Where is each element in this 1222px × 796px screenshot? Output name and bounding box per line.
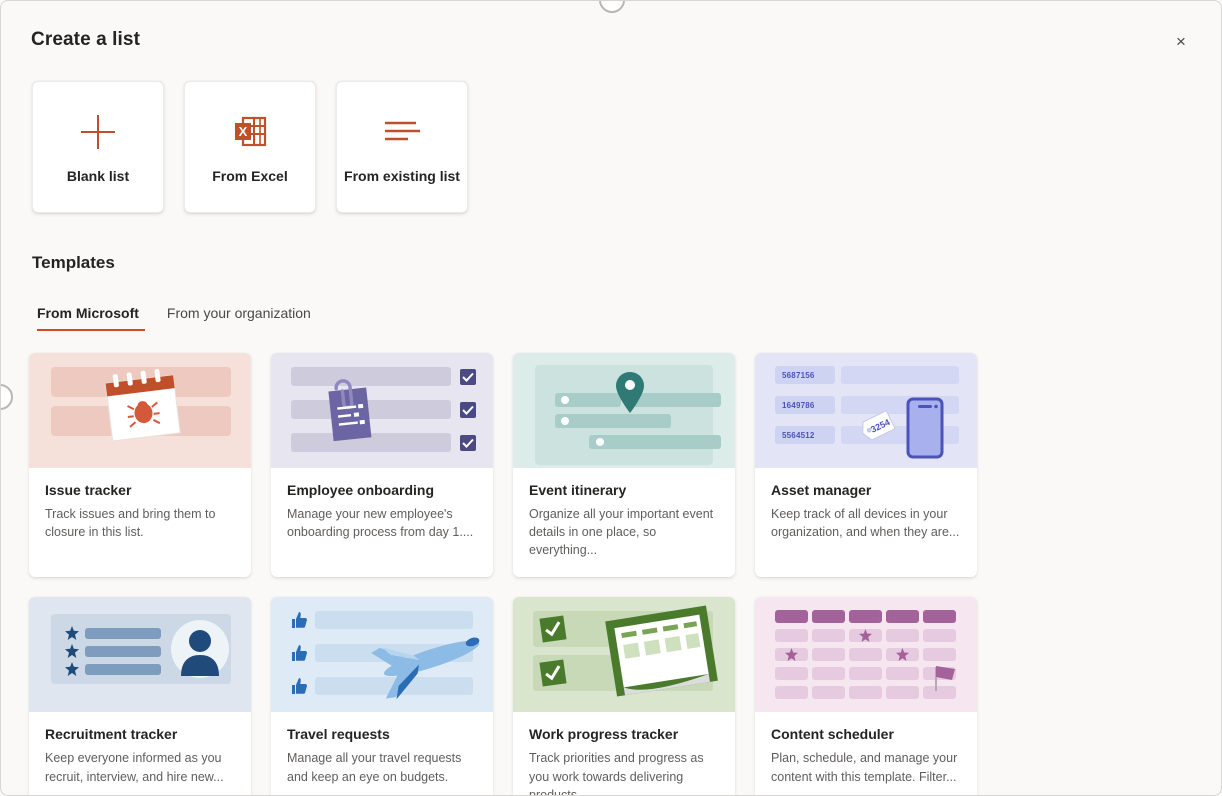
from-existing-list-label: From existing list bbox=[344, 168, 460, 184]
blank-list-option[interactable]: Blank list bbox=[32, 81, 164, 213]
template-title: Event itinerary bbox=[529, 482, 627, 498]
template-card-travel-requests[interactable]: Travel requests Manage all your travel r… bbox=[271, 597, 493, 795]
recruitment-tracker-thumbnail bbox=[29, 597, 251, 713]
asset-manager-text: Asset manager Keep track of all devices … bbox=[755, 468, 977, 559]
excel-icon: X bbox=[230, 110, 270, 154]
template-description: Plan, schedule, and manage your content … bbox=[771, 751, 958, 784]
from-excel-option[interactable]: X From Excel bbox=[184, 81, 316, 213]
recruitment-tracker-text: Recruitment tracker Keep everyone inform… bbox=[29, 712, 251, 795]
template-title: Recruitment tracker bbox=[45, 726, 178, 743]
tab-from-your-organization[interactable]: From your organization bbox=[153, 301, 325, 331]
template-card-issue-tracker[interactable]: Issue tracker Track issues and bring the… bbox=[29, 353, 251, 578]
templates-grid: Issue tracker Track issues and bring the… bbox=[29, 353, 1215, 796]
tab-from-microsoft[interactable]: From Microsoft bbox=[32, 301, 153, 331]
event-itinerary-text: Event itinerary Organize all your import… bbox=[513, 468, 735, 577]
event-itinerary-thumbnail bbox=[513, 353, 735, 468]
content-scheduler-thumbnail bbox=[755, 597, 977, 713]
templates-tabs: From Microsoft From your organization bbox=[32, 301, 325, 331]
template-card-content-scheduler[interactable]: Content scheduler Plan, schedule, and ma… bbox=[755, 597, 977, 795]
template-description: Keep track of all devices in your organi… bbox=[771, 507, 960, 540]
template-card-event-itinerary[interactable]: Event itinerary Organize all your import… bbox=[513, 353, 735, 578]
template-description: Manage all your travel requests and keep… bbox=[287, 751, 462, 784]
blank-list-label: Blank list bbox=[66, 168, 130, 184]
content-scheduler-text: Content scheduler Plan, schedule, and ma… bbox=[755, 712, 977, 795]
template-description: Track priorities and progress as you wor… bbox=[529, 751, 704, 796]
template-title: Asset manager bbox=[771, 482, 872, 498]
plus-icon bbox=[77, 110, 119, 154]
template-card-employee-onboarding[interactable]: Employee onboarding Manage your new empl… bbox=[271, 353, 493, 578]
work-progress-tracker-text: Work progress tracker Track priorities a… bbox=[513, 712, 735, 796]
close-icon[interactable]: × bbox=[1165, 25, 1197, 57]
asset-manager-thumbnail: 5687156 1649786 5564512 3254 bbox=[755, 353, 977, 468]
travel-requests-thumbnail bbox=[271, 597, 493, 713]
templates-heading: Templates bbox=[32, 253, 115, 272]
template-card-work-progress-tracker[interactable]: Work progress tracker Track priorities a… bbox=[513, 597, 735, 796]
resize-handle-left[interactable] bbox=[1, 384, 13, 410]
svg-text:X: X bbox=[239, 124, 248, 139]
work-progress-tracker-thumbnail bbox=[513, 597, 735, 713]
dialog-header: Create a list × bbox=[31, 29, 1197, 63]
page-title: Create a list bbox=[31, 29, 141, 50]
asset-id-chip: 1649786 bbox=[775, 396, 835, 414]
resize-handle-top[interactable] bbox=[599, 1, 625, 13]
create-options-row: Blank list X From Excel From existing li… bbox=[32, 81, 468, 213]
template-title: Content scheduler bbox=[771, 726, 894, 743]
template-title: Issue tracker bbox=[45, 482, 132, 498]
existing-list-icon bbox=[380, 110, 424, 154]
template-title: Travel requests bbox=[287, 726, 390, 743]
issue-tracker-thumbnail bbox=[29, 353, 251, 468]
template-description: Keep everyone informed as you recruit, i… bbox=[45, 751, 224, 784]
template-title: Employee onboarding bbox=[287, 482, 435, 498]
template-description: Track issues and bring them to closure i… bbox=[45, 507, 216, 540]
asset-id-chip: 5687156 bbox=[775, 366, 835, 384]
from-existing-list-option[interactable]: From existing list bbox=[336, 81, 468, 213]
template-description: Manage your new employee's onboarding pr… bbox=[287, 507, 474, 540]
template-card-recruitment-tracker[interactable]: Recruitment tracker Keep everyone inform… bbox=[29, 597, 251, 795]
from-excel-label: From Excel bbox=[212, 168, 288, 184]
travel-requests-text: Travel requests Manage all your travel r… bbox=[271, 712, 493, 795]
asset-id-chip: 5564512 bbox=[775, 426, 835, 444]
template-card-asset-manager[interactable]: 5687156 1649786 5564512 3254 Asset manag… bbox=[755, 353, 977, 578]
employee-onboarding-text: Employee onboarding Manage your new empl… bbox=[271, 468, 493, 559]
create-list-dialog: Create a list × Blank list X From Excel … bbox=[0, 0, 1222, 796]
template-description: Organize all your important event detail… bbox=[529, 507, 714, 558]
template-title: Work progress tracker bbox=[529, 726, 679, 743]
issue-tracker-text: Issue tracker Track issues and bring the… bbox=[29, 468, 251, 559]
employee-onboarding-thumbnail bbox=[271, 353, 493, 468]
